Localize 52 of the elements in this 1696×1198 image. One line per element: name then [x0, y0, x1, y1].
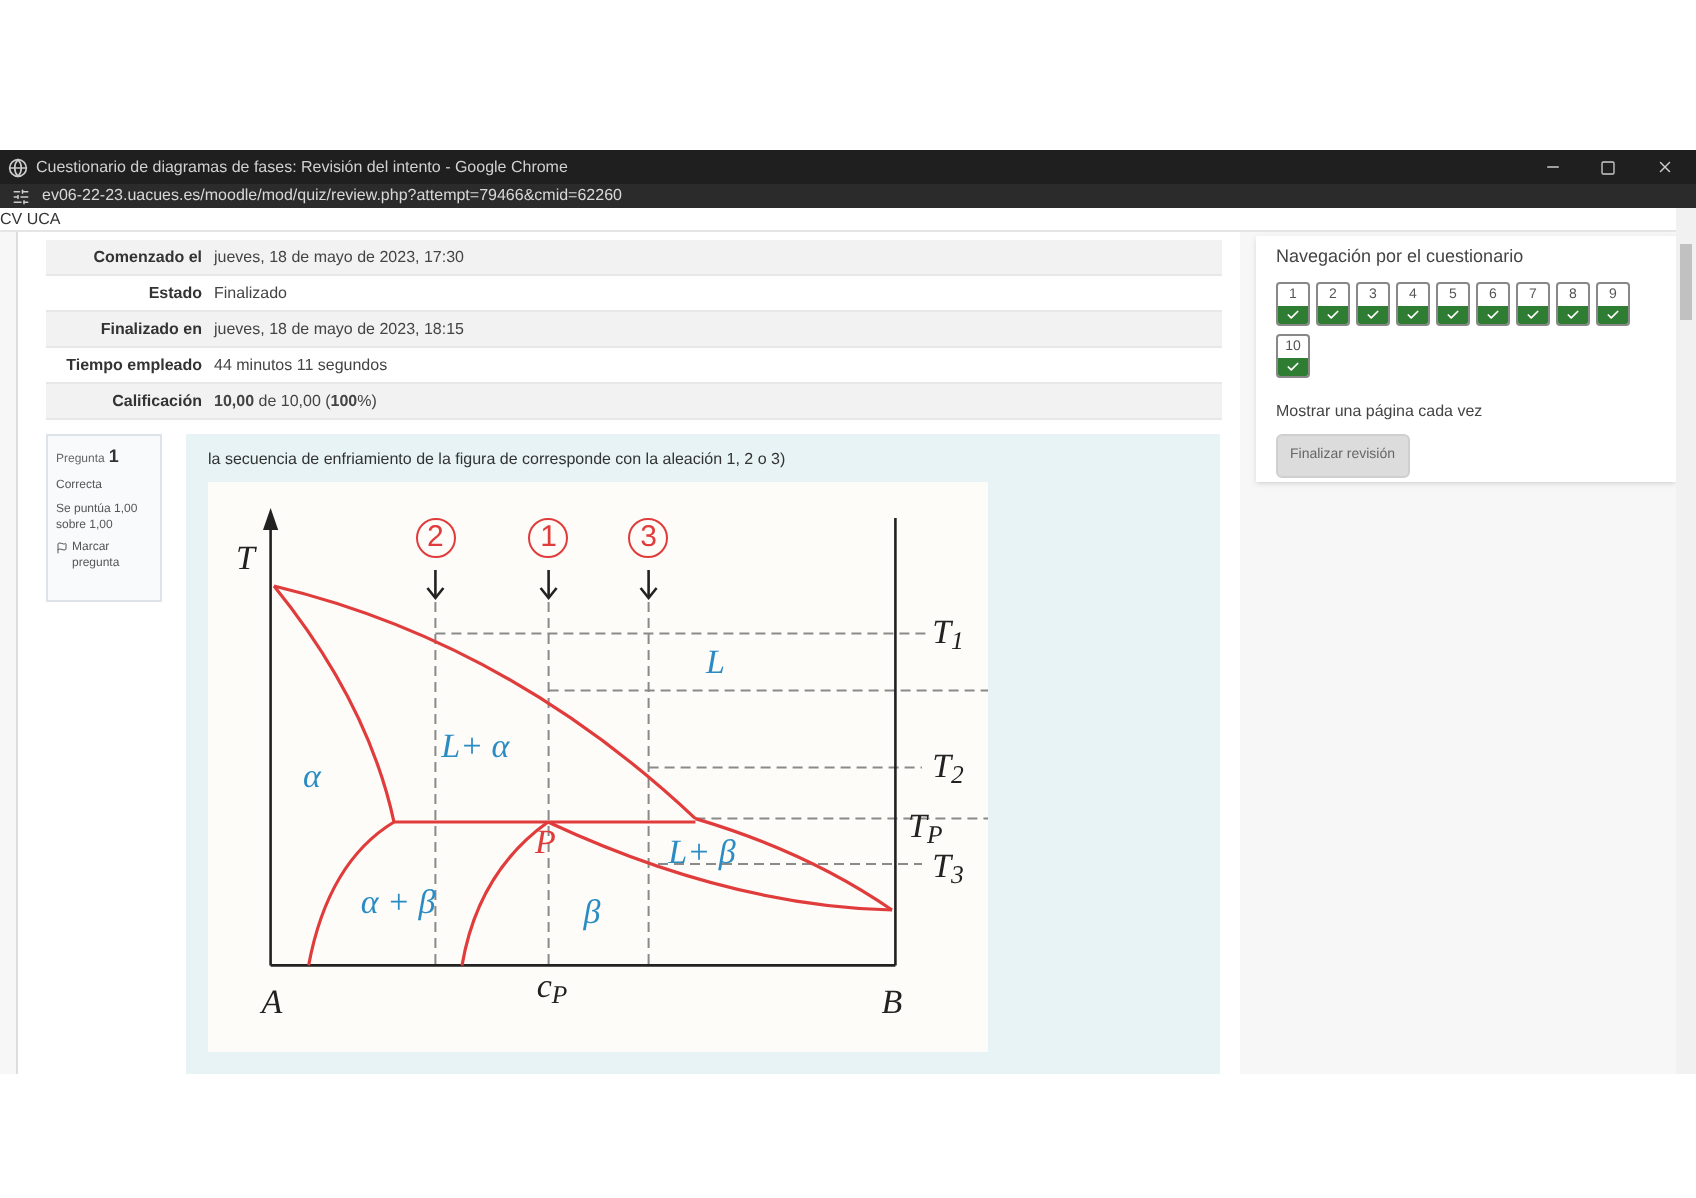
summary-value: jueves, 18 de mayo de 2023, 17:30	[214, 246, 464, 270]
check-icon	[1286, 307, 1300, 321]
panel-title: Navegación por el cuestionario	[1276, 244, 1526, 270]
diagram-label: T	[235, 541, 255, 575]
summary-label: Estado	[146, 282, 204, 306]
diagram-label: A	[261, 985, 283, 1019]
check-icon	[1366, 307, 1380, 321]
summary-value: 44 minutos 11 segundos	[214, 354, 388, 378]
check-icon	[1606, 307, 1620, 321]
question-number: 1	[108, 444, 119, 470]
diagram-label: c$_{P}$	[536, 969, 568, 1003]
diagram-label: T$_{P}$	[908, 809, 943, 843]
diagram-label: T$_{2}$	[932, 749, 964, 783]
site-settings-icon[interactable]	[12, 187, 30, 205]
diagram-label: L+ α	[441, 728, 510, 763]
summary-value: jueves, 18 de mayo de 2023, 18:15	[214, 318, 464, 342]
summary-label: Tiempo empleado	[64, 354, 204, 378]
globe-icon	[8, 157, 28, 177]
diagram-label: L+ β	[668, 835, 736, 869]
site-name[interactable]: CV UCA	[0, 211, 61, 227]
question-text: la secuencia de enfriamiento de la figura de corresponde con la aleación 1, 2 o 3)	[208, 450, 788, 470]
check-icon	[1486, 307, 1500, 321]
url-text: ev06-22-23.uacues.es/moodle/mod/quiz/review.php?attempt=79466&cmid=62260	[42, 184, 622, 208]
summary-value: Finalizado	[214, 282, 287, 306]
check-icon	[1286, 359, 1300, 373]
summary-value: 10,00 de 10,00 (100%)	[214, 390, 377, 414]
address-bar[interactable]: ev06-22-23.uacues.es/moodle/mod/quiz/review.php?attempt=79466&cmid=62260	[0, 184, 1696, 208]
show-one-page-link[interactable]: Mostrar una página cada vez	[1276, 399, 1656, 423]
check-icon	[1526, 307, 1540, 321]
circled-number: 3	[628, 518, 669, 558]
diagram-label: L	[705, 645, 725, 679]
diagram-label: α	[303, 759, 321, 793]
circled-number: 1	[528, 518, 569, 558]
circled-number: 2	[415, 518, 456, 558]
check-icon	[1446, 307, 1460, 321]
scrollbar[interactable]	[1676, 208, 1696, 1074]
diagram-label: T$_{3}$	[932, 849, 964, 883]
diagram-label: T$_{1}$	[932, 615, 964, 649]
diagram-label: P	[535, 825, 556, 859]
flag-icon	[56, 541, 68, 553]
diagram-label: α + β	[360, 885, 436, 919]
diagram-label: B	[881, 985, 903, 1019]
summary-label: Comenzado el	[91, 246, 204, 270]
check-icon	[1326, 307, 1340, 321]
diagram-label: β	[583, 895, 601, 929]
summary-label: Finalizado en	[98, 318, 204, 342]
window-title: Cuestionario de diagramas de fases: Revisión del intento - Google Chrome	[36, 155, 568, 179]
summary-label: Calificación	[110, 390, 204, 414]
maximize-icon	[1600, 159, 1616, 175]
close-icon	[1655, 158, 1673, 176]
check-icon	[1566, 307, 1580, 321]
check-icon	[1406, 307, 1420, 321]
